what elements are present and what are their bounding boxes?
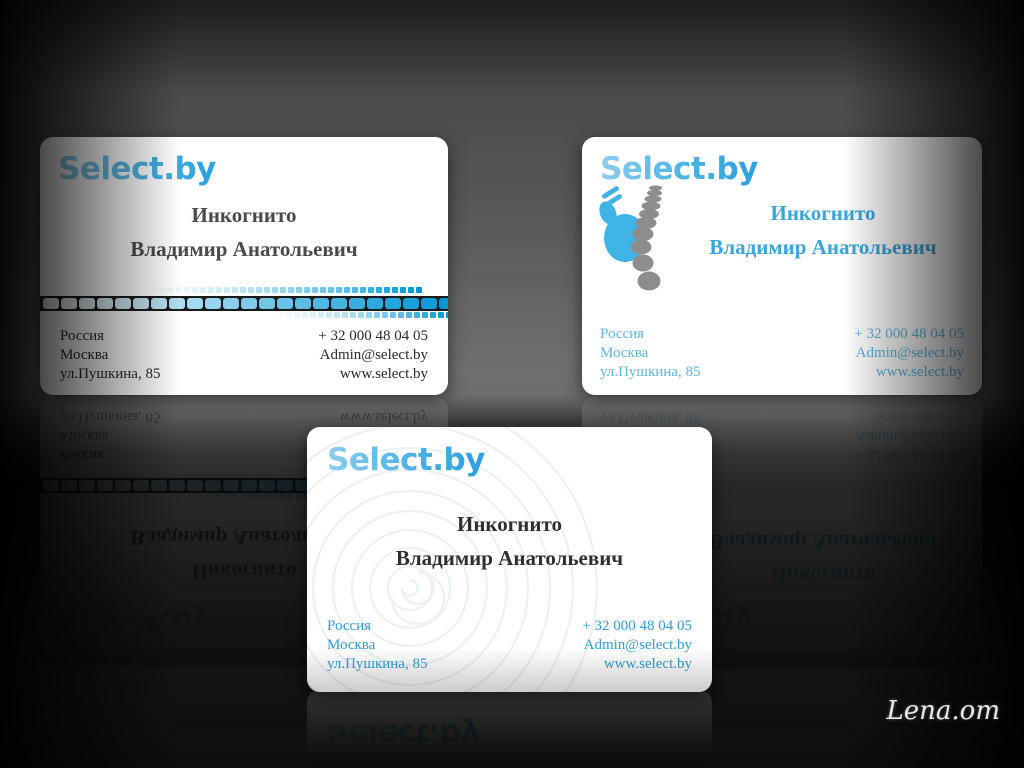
address-line-2: Москва [327, 637, 376, 654]
footprint-spine-icon [599, 185, 662, 291]
card-name-line1: Инкогнито [456, 512, 563, 536]
dot-row-bottom [278, 312, 448, 318]
card-contacts: Россия Москва ул.Пушкина, 85 + 32 000 48… [327, 617, 692, 675]
address-line-1: Россия [600, 326, 645, 342]
business-card-top-right[interactable]: Select.by Инкогнито Владимир Анатольевич… [582, 137, 982, 395]
card-name-line1: Инкогнито [770, 201, 876, 225]
band-squares [43, 298, 448, 309]
card-name-line2: Владимир Анатольевич [130, 237, 358, 261]
contact-address: Россия Москва ул.Пушкина, 85 [600, 325, 700, 383]
address-line-2: Москва [60, 347, 109, 364]
website-url[interactable]: www.select.by [582, 655, 692, 674]
card-name-line2: Владимир Анатольевич [395, 546, 624, 570]
contact-reach: + 32 000 48 04 05 Admin@select.by www.se… [318, 327, 428, 385]
reflection-logo: Select.by [58, 603, 211, 638]
contact-reach: + 32 000 48 04 05 Admin@select.by www.se… [854, 325, 964, 383]
business-card-top-left[interactable]: Select.by Инкогнито Владимир Анатольевич… [40, 137, 448, 395]
scene: Select.by Инкогнито Владимир Анатольевич… [0, 0, 1024, 768]
contact-reach: + 32 000 48 04 05 Admin@select.by www.se… [582, 617, 692, 675]
contact-address: Россия Москва ул.Пушкина, 85 [60, 327, 160, 385]
email-address[interactable]: Admin@select.by [854, 344, 964, 363]
phone-number: + 32 000 48 04 05 [582, 618, 692, 634]
phone-number: + 32 000 48 04 05 [854, 326, 964, 342]
card-name-line1: Инкогнито [191, 203, 297, 227]
vignette-top [0, 0, 1024, 90]
card-name-line2: Владимир Анатольевич [709, 235, 937, 259]
website-url[interactable]: www.select.by [854, 363, 964, 382]
reflection-name-2: Владимир Анатольевич [709, 530, 937, 554]
reflection-name-1: Инкогнито [770, 564, 876, 588]
email-address[interactable]: Admin@select.by [318, 346, 428, 365]
artist-signature: Lena.om [886, 696, 1000, 726]
address-line-3: ул.Пушкина, 85 [600, 364, 701, 381]
card-contacts: Россия Москва ул.Пушкина, 85 + 32 000 48… [60, 327, 428, 385]
reflection-card-bottom-center: Select.by Инкогнито Владимир Анатольевич… [307, 690, 712, 768]
decorative-band [40, 287, 448, 318]
business-card-bottom-center[interactable]: Select.by Инкогнито Владимир Анатольевич… [307, 427, 712, 692]
address-line-1: Россия [327, 618, 372, 634]
dot-row-top [152, 287, 422, 293]
card-contacts: Россия Москва ул.Пушкина, 85 + 32 000 48… [600, 325, 964, 383]
phone-number: + 32 000 48 04 05 [318, 328, 428, 344]
address-line-3: ул.Пушкина, 85 [327, 656, 428, 673]
website-url[interactable]: www.select.by [318, 365, 428, 384]
brand-wordmark: Select.by [327, 442, 485, 478]
contact-address: Россия Москва ул.Пушкина, 85 [327, 617, 427, 675]
brand-wordmark: Select.by [58, 151, 216, 187]
address-line-2: Москва [600, 345, 649, 362]
address-line-3: ул.Пушкина, 85 [60, 366, 161, 383]
address-line-1: Россия [60, 328, 105, 344]
email-address[interactable]: Admin@select.by [582, 636, 692, 655]
